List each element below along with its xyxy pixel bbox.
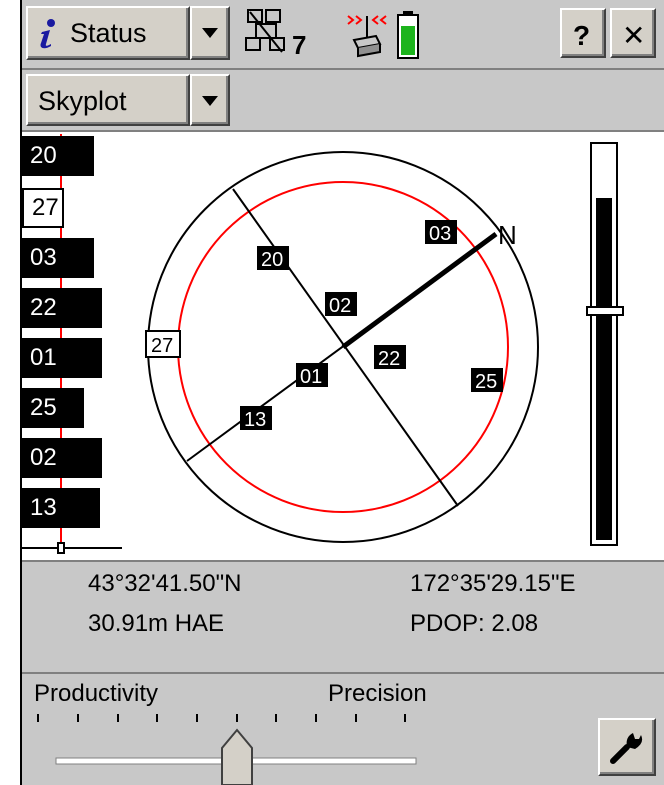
elevation-mask-gauge[interactable] [590,142,618,546]
height: 30.91m HAE [88,610,225,637]
status-dropdown[interactable]: Status [26,6,190,60]
signal-bar[interactable]: 25 [22,388,84,428]
elevation-mask-handle[interactable] [586,306,624,316]
satellite-marker[interactable]: 20 [257,246,289,271]
precision-label: Precision [328,680,427,707]
status-dropdown-arrow[interactable] [190,6,230,60]
info-icon [40,19,55,49]
satellite-icon[interactable] [244,8,290,58]
longitude: 172°35'29.15"E [410,570,576,597]
signal-bar-id: 27 [32,194,59,221]
satellite-marker[interactable]: 02 [325,292,357,317]
signal-bar[interactable]: 13 [22,488,100,528]
signal-bar-id: 03 [30,244,57,271]
satellite-marker-id: 25 [475,371,497,393]
satellite-marker-id: 03 [429,223,451,245]
chevron-down-icon [202,96,218,106]
signal-bar[interactable]: 03 [22,238,94,278]
satellite-marker-id: 22 [378,348,400,370]
close-icon: ✕ [622,20,646,51]
signal-bar-id: 02 [30,444,57,471]
view-select-value: Skyplot [38,86,127,116]
satellite-marker[interactable]: 27 [145,330,181,358]
radio-icon[interactable] [346,12,388,58]
signal-bar[interactable]: 20 [22,136,94,176]
signal-bar-id: 13 [30,494,57,521]
satellite-marker[interactable]: 01 [296,363,328,388]
productivity-label: Productivity [34,680,159,707]
close-button[interactable]: ✕ [610,8,656,58]
signal-bar[interactable]: 27 [22,188,64,228]
satellite-signal-list: 20 27 03 22 01 25 02 13 [22,134,132,554]
satellite-count: 7 [292,30,307,60]
help-button[interactable]: ? [560,8,606,58]
skyplot[interactable]: N 03 20 02 27 22 01 25 13 [130,134,540,554]
signal-bar[interactable]: 02 [22,438,102,478]
satellite-marker-id: 13 [244,409,266,431]
satellite-marker-id: 27 [151,335,173,357]
signal-axis [22,547,122,549]
view-select-arrow[interactable] [190,74,230,126]
elevation-mask-fill [596,198,612,540]
signal-bar-id: 01 [30,344,57,371]
signal-bar-id: 25 [30,394,57,421]
battery-icon[interactable] [396,10,420,60]
satellite-marker[interactable]: 25 [471,368,503,393]
latitude: 43°32'41.50"N [88,570,242,597]
productivity-precision-slider[interactable] [30,708,430,785]
pdop: PDOP: 2.08 [410,610,539,637]
satellite-marker-id: 02 [329,295,351,317]
satellite-marker[interactable]: 03 [425,220,457,245]
north-arrow [341,231,498,350]
signal-bar-id: 22 [30,294,57,321]
satellite-marker[interactable]: 22 [374,345,406,370]
signal-bar[interactable]: 01 [22,338,102,378]
view-select[interactable]: Skyplot [26,74,190,126]
help-label: ? [573,20,591,51]
slider-thumb[interactable] [221,728,253,785]
satellite-marker[interactable]: 13 [240,406,272,431]
satellite-marker-id: 01 [300,366,322,388]
status-label: Status [70,18,147,48]
signal-axis-marker [57,542,65,554]
wrench-icon [610,733,643,764]
signal-bar[interactable]: 22 [22,288,102,328]
north-label: N [498,220,517,250]
satellite-marker-id: 20 [261,249,283,271]
signal-bar-id: 20 [30,142,57,169]
slider-ticks [37,714,406,722]
settings-button[interactable] [598,718,656,776]
chevron-down-icon [202,28,218,38]
